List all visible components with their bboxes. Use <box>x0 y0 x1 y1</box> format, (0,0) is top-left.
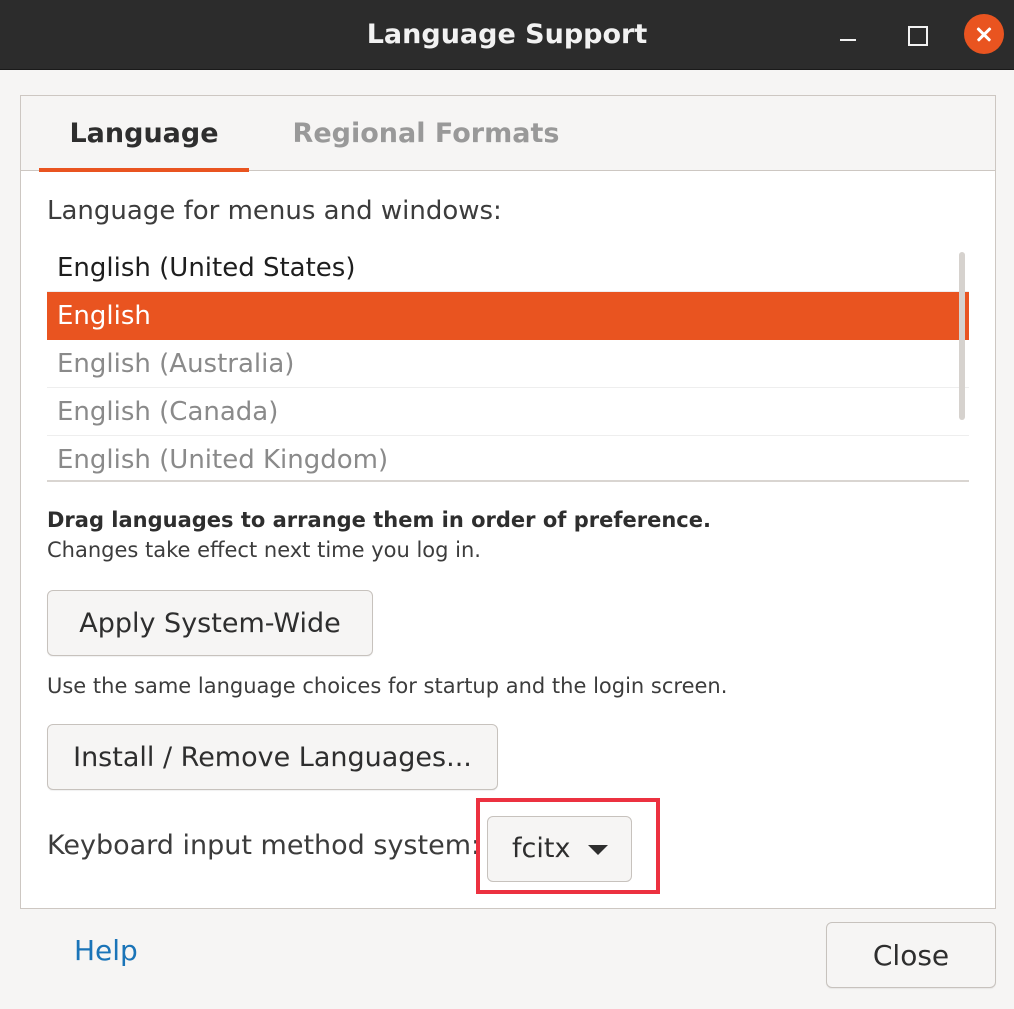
tab-regional-formats[interactable]: Regional Formats <box>283 96 569 171</box>
chevron-down-icon <box>588 845 608 855</box>
drag-hint: Drag languages to arrange them in order … <box>47 508 711 532</box>
maximize-icon[interactable] <box>896 14 936 54</box>
title-bar: Language Support <box>0 0 1014 70</box>
list-item-selected[interactable]: English <box>47 292 969 340</box>
apply-hint: Use the same language choices for startu… <box>47 674 728 698</box>
language-list[interactable]: English (United States) English English … <box>47 244 969 482</box>
keyboard-input-method-dropdown[interactable]: fcitx <box>487 816 632 882</box>
close-icon[interactable] <box>964 14 1004 54</box>
notebook: Language Regional Formats Language for m… <box>20 95 996 909</box>
help-link[interactable]: Help <box>74 934 138 967</box>
tab-bar: Language Regional Formats <box>21 96 995 172</box>
list-item[interactable]: English (United Kingdom) <box>47 436 969 480</box>
list-item[interactable]: English (United States) <box>47 244 969 292</box>
close-button[interactable]: Close <box>826 922 996 988</box>
list-item[interactable]: English (Australia) <box>47 340 969 388</box>
keyboard-input-method-label: Keyboard input method system: <box>47 830 481 861</box>
minimize-icon[interactable] <box>828 14 868 54</box>
dropdown-value: fcitx <box>512 833 571 864</box>
apply-system-wide-button[interactable]: Apply System-Wide <box>47 590 373 656</box>
language-section-label: Language for menus and windows: <box>47 196 502 226</box>
language-support-window: Language Support Language Regional Forma… <box>0 0 1014 1009</box>
language-list-scrollbar[interactable] <box>959 252 965 420</box>
install-remove-languages-button[interactable]: Install / Remove Languages... <box>47 724 498 790</box>
tab-language[interactable]: Language <box>39 96 249 172</box>
changes-hint: Changes take effect next time you log in… <box>47 538 481 562</box>
list-item[interactable]: English (Canada) <box>47 388 969 436</box>
